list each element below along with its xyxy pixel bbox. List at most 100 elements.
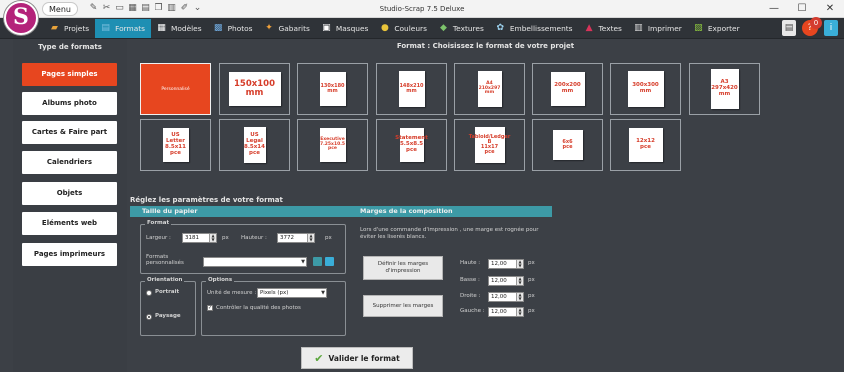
document-icon[interactable]: ▤ bbox=[782, 20, 796, 36]
window-controls: — ☐ ✕ bbox=[760, 0, 844, 18]
save-format-icon[interactable] bbox=[313, 257, 322, 266]
spin-arrows-icon[interactable]: ▲ ▼ bbox=[209, 234, 216, 242]
spin-arrows-icon[interactable]: ▲ ▼ bbox=[307, 234, 314, 242]
embellishments-icon: ✿ bbox=[496, 23, 505, 33]
menu-button[interactable]: Menu bbox=[42, 2, 78, 16]
close-button[interactable]: ✕ bbox=[816, 0, 844, 18]
format-tile-r2-6[interactable]: 12x12 pce bbox=[610, 119, 681, 171]
format-tile-r1-7[interactable]: A3 297x420 mm bbox=[689, 63, 760, 115]
info-icon[interactable]: i bbox=[824, 20, 838, 36]
spin-arrows-icon[interactable]: ▲ ▼ bbox=[516, 293, 523, 301]
format-tile-r1-0[interactable]: Personnalisé bbox=[140, 63, 211, 115]
margin-input[interactable]: 12,00 ▲ ▼ bbox=[488, 259, 524, 269]
sidebar-item-6[interactable]: Pages imprimeurs bbox=[22, 243, 117, 266]
margin-unit: px bbox=[528, 277, 535, 283]
nav-item-textures[interactable]: ◆ Textures bbox=[433, 19, 490, 38]
format-paper-label: 300x300 mm bbox=[627, 71, 664, 107]
nav-item-gabarits[interactable]: ✦ Gabarits bbox=[259, 19, 316, 38]
brush-icon[interactable]: ✐ bbox=[179, 3, 190, 14]
spin-arrows-icon[interactable]: ▲ ▼ bbox=[516, 308, 523, 316]
quality-label: Contrôler la qualité des photos bbox=[216, 305, 301, 311]
format-paper-label: 6x6 pce bbox=[552, 130, 583, 160]
paper-size-header: Taille du papier bbox=[130, 206, 352, 217]
format-tile-r1-5[interactable]: 200x200 mm bbox=[532, 63, 603, 115]
margin-value: 12,00 bbox=[491, 278, 507, 284]
chevron-down-icon: ▼ bbox=[321, 290, 325, 296]
margin-input[interactable]: 12,00 ▲ ▼ bbox=[488, 292, 524, 302]
nav-items: ▰ Projets ▤ Formats ▦ Modèles ▩ Photos ✦ Gabarits… bbox=[44, 19, 746, 38]
format-tile-r1-2[interactable]: 130x180 mm bbox=[297, 63, 368, 115]
sidebar-item-5[interactable]: Eléments web bbox=[22, 212, 117, 235]
notification-badge: 0 bbox=[810, 17, 822, 29]
custom-formats-select[interactable]: ▼ bbox=[203, 257, 307, 267]
cut-icon[interactable]: ✂ bbox=[101, 3, 112, 14]
portrait-radio[interactable] bbox=[146, 290, 152, 296]
nav-item-couleurs[interactable]: ● Couleurs bbox=[374, 19, 433, 38]
margin-input[interactable]: 12,00 ▲ ▼ bbox=[488, 276, 524, 286]
orientation-legend: Orientation bbox=[145, 277, 185, 283]
text-icon: ▲ bbox=[585, 23, 593, 33]
app-logo[interactable]: S bbox=[4, 1, 38, 35]
nav-item-masques[interactable]: ▣ Masques bbox=[316, 19, 375, 38]
sidebar-item-2[interactable]: Cartes & Faire part bbox=[22, 121, 117, 144]
format-tile-r2-1[interactable]: US Legal 8.5x14 pce bbox=[219, 119, 290, 171]
edit-format-icon[interactable] bbox=[325, 257, 334, 266]
remove-margins-button[interactable]: Supprimer les marges bbox=[363, 295, 443, 317]
nav-item-imprimer[interactable]: ▥ Imprimer bbox=[628, 19, 688, 38]
spin-arrows-icon[interactable]: ▲ ▼ bbox=[516, 277, 523, 285]
height-label: Hauteur : bbox=[241, 235, 267, 241]
dropdown-icon[interactable]: ⌄ bbox=[192, 3, 203, 14]
nav-item-exporter[interactable]: ▧ Exporter bbox=[688, 19, 746, 38]
sidebar-item-1[interactable]: Albums photo bbox=[22, 92, 117, 115]
margin-unit: px bbox=[528, 293, 535, 299]
format-tile-r2-3[interactable]: Statement 5.5x8.5 pce bbox=[376, 119, 447, 171]
validate-label: Valider le format bbox=[328, 353, 400, 363]
save-icon[interactable]: ▦ bbox=[127, 3, 138, 14]
nav-item-label: Textes bbox=[598, 24, 622, 33]
margin-description: Lors d'une commande d'impression , une m… bbox=[360, 227, 539, 240]
spin-arrows-icon[interactable]: ▲ ▼ bbox=[516, 260, 523, 268]
format-tile-r1-4[interactable]: A4 210x297 mm bbox=[454, 63, 525, 115]
chevron-down-icon: ▼ bbox=[301, 259, 305, 265]
format-tile-r2-0[interactable]: US Letter 8.5x11 pce bbox=[140, 119, 211, 171]
nav-item-formats[interactable]: ▤ Formats bbox=[95, 19, 151, 38]
format-tile-r2-4[interactable]: Tabloid/Ledger B 11x17 pce bbox=[454, 119, 525, 171]
define-margins-button[interactable]: Définir les marges d'impression bbox=[363, 256, 443, 280]
nav-item-modeles[interactable]: ▦ Modèles bbox=[151, 19, 208, 38]
paste-icon[interactable]: ▥ bbox=[166, 3, 177, 14]
sidebar-title: Type de formats bbox=[38, 43, 102, 51]
nav-item-photos[interactable]: ▩ Photos bbox=[208, 19, 259, 38]
maximize-button[interactable]: ☐ bbox=[788, 0, 816, 18]
templates-icon: ▦ bbox=[157, 23, 166, 33]
minimize-button[interactable]: — bbox=[760, 0, 788, 18]
open-icon[interactable]: ▭ bbox=[114, 3, 125, 14]
sidebar-item-3[interactable]: Calendriers bbox=[22, 151, 117, 174]
margin-input[interactable]: 12,00 ▲ ▼ bbox=[488, 307, 524, 317]
format-tile-r1-3[interactable]: 148x210 mm bbox=[376, 63, 447, 115]
print-icon: ▥ bbox=[634, 23, 643, 33]
format-tile-r1-1[interactable]: 150x100 mm bbox=[219, 63, 290, 115]
grid-icon[interactable]: ▤ bbox=[140, 3, 151, 14]
nav-item-embellissements[interactable]: ✿ Embellissements bbox=[490, 19, 579, 38]
quality-checkbox[interactable]: ✓ bbox=[207, 305, 213, 311]
copy-icon[interactable]: ❐ bbox=[153, 3, 164, 14]
format-tile-r2-2[interactable]: Executive 7.25x10.5 pce bbox=[297, 119, 368, 171]
format-tile-r1-6[interactable]: 300x300 mm bbox=[610, 63, 681, 115]
sidebar-item-0[interactable]: Pages simples bbox=[22, 63, 117, 86]
options-fieldset: Options Unité de mesure : Pixels (px) ▼ ✓… bbox=[201, 277, 346, 336]
height-input[interactable]: 3772 ▲ ▼ bbox=[277, 233, 315, 243]
validate-format-button[interactable]: ✔ Valider le format bbox=[301, 347, 413, 369]
unit-select[interactable]: Pixels (px) ▼ bbox=[257, 288, 327, 298]
checkmark-icon: ✔ bbox=[314, 351, 324, 365]
new-icon[interactable]: ✎ bbox=[88, 3, 99, 14]
orientation-fieldset: Orientation Portrait Paysage bbox=[140, 277, 196, 336]
nav-item-label: Gabarits bbox=[278, 24, 310, 33]
margin-unit: px bbox=[528, 308, 535, 314]
width-input[interactable]: 3181 ▲ ▼ bbox=[182, 233, 217, 243]
nav-item-projets[interactable]: ▰ Projets bbox=[44, 19, 95, 38]
format-tile-r2-5[interactable]: 6x6 pce bbox=[532, 119, 603, 171]
paysage-radio[interactable] bbox=[146, 314, 152, 320]
sidebar-item-4[interactable]: Objets bbox=[22, 182, 117, 205]
nav-item-textes[interactable]: ▲ Textes bbox=[579, 19, 628, 38]
nav-item-label: Masques bbox=[335, 24, 369, 33]
